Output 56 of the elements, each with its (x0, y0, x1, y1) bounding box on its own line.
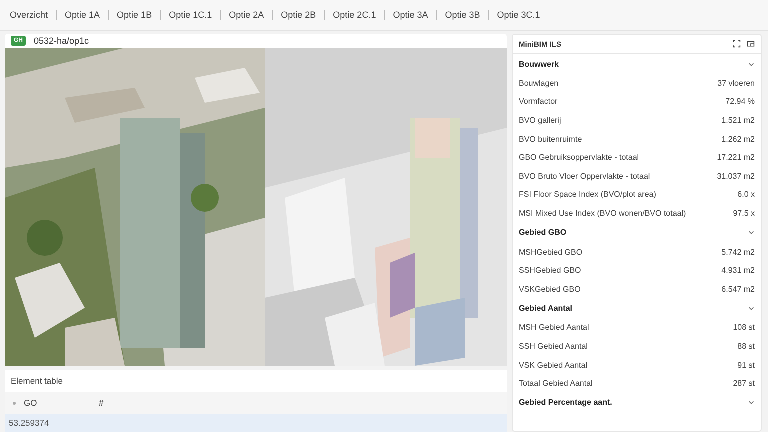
property-label: Vormfactor (519, 97, 558, 106)
property-label: Bouwlagen (519, 78, 559, 88)
dot-icon (13, 402, 16, 404)
chevron-icon[interactable] (748, 399, 755, 406)
tab[interactable]: Optie 2B (281, 10, 316, 20)
tab[interactable]: Optie 2A (229, 10, 264, 20)
property-value: 108 st (733, 323, 755, 332)
property-value: 31.037 m2 (717, 172, 755, 181)
section-header[interactable]: Gebied GBO (519, 222, 755, 243)
property-value: 1.262 m2 (722, 134, 755, 144)
property-value: 287 st (733, 379, 755, 388)
property-label: BVO gallerij (519, 116, 562, 125)
viewer-title: 0532-ha/op1c (34, 36, 90, 46)
property-value: 17.221 m2 (717, 153, 755, 162)
property-label: SSHGebied GBO (519, 266, 582, 276)
property-label: Totaal Gebied Aantal (519, 379, 593, 388)
table-cell: 53.259374 (9, 418, 50, 428)
tab[interactable]: Optie 1A (65, 10, 100, 20)
property-label: GBO Gebruiksoppervlakte - totaal (519, 153, 640, 162)
property-value: 88 st (738, 342, 755, 351)
property-label: MSH Gebied Aantal (519, 323, 590, 332)
chevron-icon[interactable] (748, 229, 755, 236)
tab[interactable]: Optie 3A (393, 10, 428, 20)
property-label: VSKGebied GBO (519, 284, 581, 294)
fullscreen-icon[interactable] (733, 40, 741, 48)
chevron-icon[interactable] (748, 60, 755, 68)
property-value: 72.94 % (726, 97, 755, 106)
property-value: 37 vloeren (718, 78, 755, 88)
property-label: BVO Bruto Vloer Oppervlakte - totaal (519, 172, 650, 181)
chevron-icon[interactable] (748, 305, 755, 312)
property-label: MSHGebied GBO (519, 248, 583, 257)
property-label: FSI Floor Space Index (BVO/plot area) (519, 190, 656, 200)
window-icon[interactable] (747, 40, 755, 48)
property-label: BVO buitenruimte (519, 134, 582, 144)
tab[interactable]: Optie 3B (445, 10, 480, 20)
property-value: 6.0 x (738, 190, 755, 200)
property-label: SSH Gebied Aantal (519, 342, 588, 351)
property-value: 97.5 x (733, 208, 755, 218)
property-value: 4.931 m2 (722, 266, 755, 276)
tab[interactable]: Optie 2C.1 (333, 10, 376, 20)
section-header[interactable]: Gebied Percentage aant. (519, 392, 755, 413)
property-label: VSK Gebied Aantal (519, 360, 588, 370)
section-header[interactable]: Bouwwerk (519, 54, 755, 74)
table-title: Element table (10, 375, 64, 388)
tab[interactable]: Overzicht (10, 10, 48, 20)
property-value: 6.547 m2 (722, 284, 755, 294)
tab[interactable]: Optie 1B (117, 10, 152, 20)
property-label: MSI Mixed Use Index (BVO wonen/BVO totaal) (519, 208, 686, 218)
property-value: 91 st (738, 360, 755, 370)
tab[interactable]: Optie 3C.1 (497, 10, 540, 20)
tab[interactable]: Optie 1C.1 (169, 10, 212, 20)
column-header[interactable]: # (99, 398, 174, 408)
section-header[interactable]: Gebied Aantal (519, 298, 755, 319)
column-header[interactable]: GO (24, 398, 99, 408)
property-value: 1.521 m2 (722, 116, 755, 125)
property-value: 5.742 m2 (722, 248, 755, 257)
